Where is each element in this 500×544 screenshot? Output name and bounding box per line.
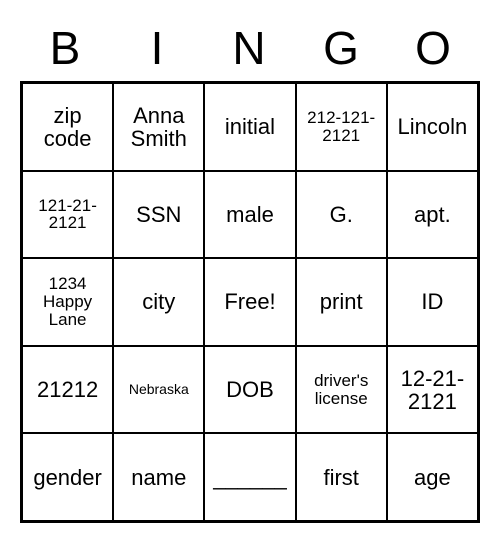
header-g: G <box>296 21 388 75</box>
bingo-cell[interactable]: first <box>296 433 387 521</box>
bingo-header-row: B I N G O <box>20 21 480 75</box>
bingo-cell[interactable]: 212-121-2121 <box>296 83 387 171</box>
bingo-cell[interactable]: Nebraska <box>113 346 204 434</box>
bingo-cell[interactable]: 12-21-2121 <box>387 346 478 434</box>
bingo-cell[interactable]: initial <box>204 83 295 171</box>
bingo-cell[interactable]: zip code <box>22 83 113 171</box>
bingo-cell[interactable]: Anna Smith <box>113 83 204 171</box>
bingo-cell[interactable]: Lincoln <box>387 83 478 171</box>
bingo-cell[interactable]: 1234 Happy Lane <box>22 258 113 346</box>
bingo-cell[interactable]: age <box>387 433 478 521</box>
bingo-cell[interactable]: driver's license <box>296 346 387 434</box>
bingo-card: B I N G O zip code Anna Smith initial 21… <box>20 21 480 523</box>
bingo-cell[interactable]: 21212 <box>22 346 113 434</box>
bingo-cell[interactable]: name <box>113 433 204 521</box>
bingo-cell[interactable]: 121-21-2121 <box>22 171 113 259</box>
bingo-cell-free[interactable]: Free! <box>204 258 295 346</box>
bingo-cell[interactable]: male <box>204 171 295 259</box>
header-n: N <box>204 21 296 75</box>
bingo-cell[interactable]: print <box>296 258 387 346</box>
bingo-cell[interactable]: gender <box>22 433 113 521</box>
bingo-grid: zip code Anna Smith initial 212-121-2121… <box>20 81 480 523</box>
header-b: B <box>20 21 112 75</box>
bingo-cell[interactable]: apt. <box>387 171 478 259</box>
bingo-cell[interactable]: SSN <box>113 171 204 259</box>
header-o: O <box>388 21 480 75</box>
bingo-cell[interactable]: ID <box>387 258 478 346</box>
bingo-cell[interactable]: city <box>113 258 204 346</box>
bingo-cell[interactable]: DOB <box>204 346 295 434</box>
bingo-cell[interactable]: G. <box>296 171 387 259</box>
bingo-cell[interactable]: ______ <box>204 433 295 521</box>
header-i: I <box>112 21 204 75</box>
